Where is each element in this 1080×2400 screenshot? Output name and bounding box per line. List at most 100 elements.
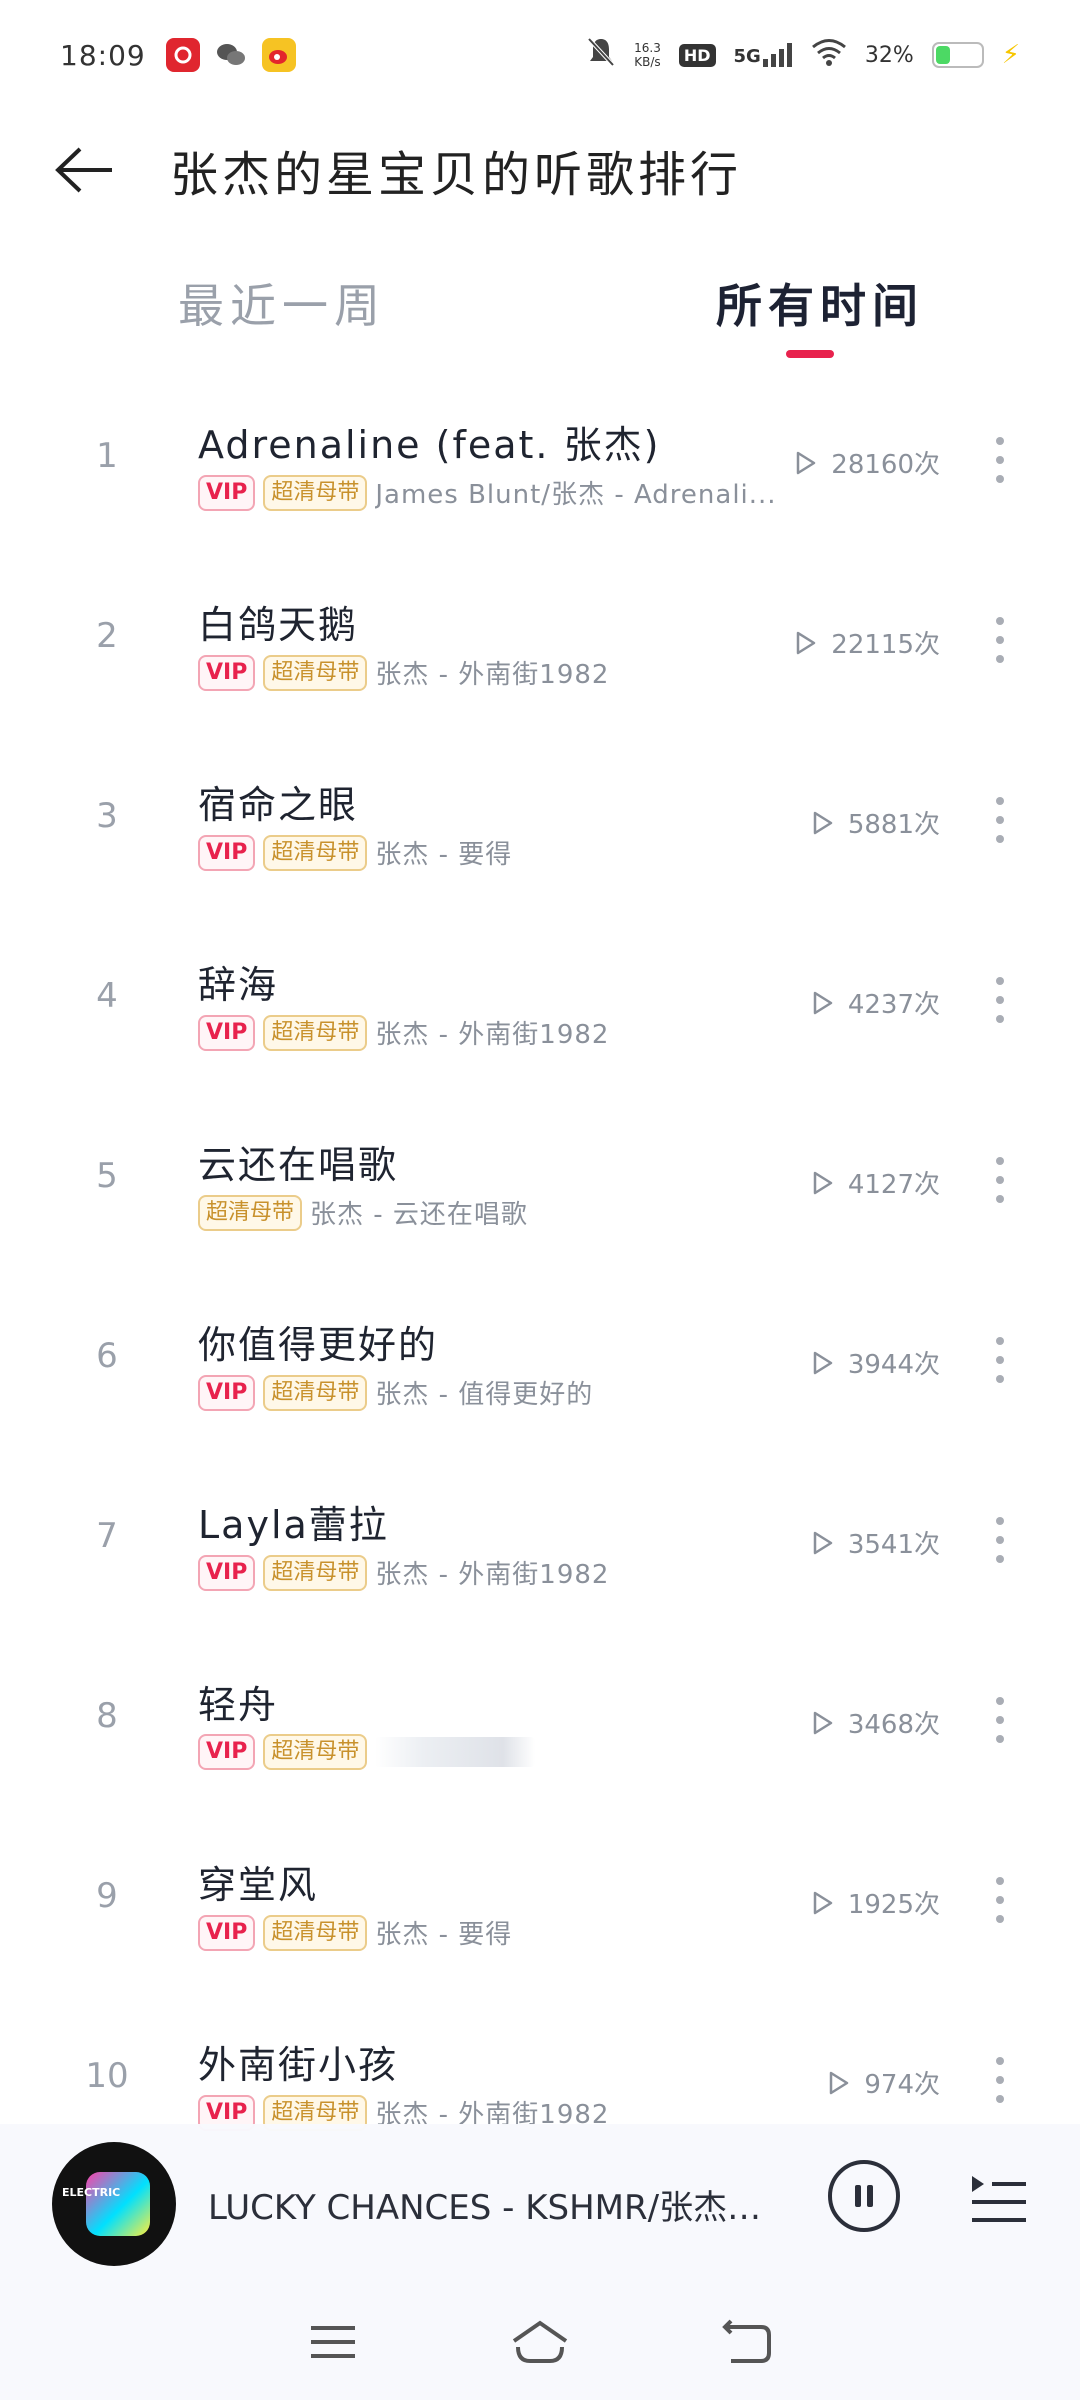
more-options-button[interactable] — [980, 1872, 1020, 1928]
song-meta: VIP 超清母带 张杰 - 要得 — [198, 834, 512, 871]
wifi-icon — [811, 38, 847, 72]
signal-icon: 5G — [734, 43, 793, 67]
play-count: 28160次 — [795, 444, 940, 481]
song-rank: 4 — [96, 976, 118, 1016]
screen: 18:09 16.3 KB/s HD 5G 32% ⚡ 张杰的星宝贝的听歌排行 … — [0, 0, 1080, 2400]
menu-icon — [311, 2326, 356, 2358]
dot — [996, 455, 1004, 464]
netease-music-icon — [165, 38, 200, 72]
song-rank: 3 — [96, 796, 118, 836]
playlist-button[interactable] — [968, 2172, 1032, 2228]
dot — [996, 1355, 1004, 1364]
back-button[interactable] — [44, 130, 124, 210]
song-rank: 7 — [96, 1516, 118, 1556]
artist-album: 张杰 - 要得 — [375, 840, 513, 870]
now-playing-title[interactable]: LUCKY CHANCES - KSHMR/张杰/B... — [208, 2180, 768, 2229]
song-title: 轻舟 — [198, 1683, 279, 1727]
song-row[interactable]: 8 轻舟 VIP 超清母带 3468次 — [0, 1630, 1080, 1810]
play-count: 5881次 — [812, 804, 940, 841]
hq-master-badge: 超清母带 — [263, 1374, 368, 1411]
menu-nav-button[interactable] — [298, 2312, 368, 2372]
play-icon — [813, 1711, 833, 1734]
play-count: 22115次 — [795, 624, 940, 661]
battery-fill — [935, 46, 950, 64]
play-count: 3468次 — [812, 1704, 940, 1741]
more-options-button[interactable] — [980, 2052, 1020, 2108]
song-title: Adrenaline (feat. 张杰) — [198, 423, 661, 467]
dot — [996, 635, 1004, 644]
dot — [996, 834, 1004, 843]
dot — [996, 437, 1004, 446]
play-count: 3944次 — [812, 1344, 940, 1381]
network-type: 5G — [733, 46, 761, 67]
net-speed: 16.3 KB/s — [634, 41, 661, 69]
play-icon — [813, 991, 833, 1014]
home-nav-button[interactable] — [505, 2312, 575, 2372]
tab-all-time[interactable]: 所有时间 — [716, 270, 924, 336]
more-options-button[interactable] — [980, 432, 1020, 488]
song-rank: 5 — [96, 1156, 118, 1196]
song-row[interactable]: 9 穿堂风 VIP 超清母带 张杰 - 要得 1925次 — [0, 1810, 1080, 1990]
dot — [996, 815, 1004, 824]
dot — [996, 1157, 1004, 1166]
song-row[interactable]: 7 Layla蕾拉 VIP 超清母带 张杰 - 外南街1982 3541次 — [0, 1450, 1080, 1630]
back-nav-button[interactable] — [712, 2312, 782, 2372]
more-options-button[interactable] — [980, 972, 1020, 1028]
song-row[interactable]: 5 云还在唱歌 超清母带 张杰 - 云还在唱歌 4127次 — [0, 1090, 1080, 1270]
mute-bell-icon — [586, 36, 616, 74]
play-icon — [830, 2071, 849, 2094]
artist-album: 张杰 - 外南街1982 — [375, 1560, 610, 1590]
cover-text: ELECTRIC — [62, 2186, 121, 2199]
battery-icon — [931, 42, 984, 68]
artist-album: James Blunt/张杰 - Adrenali... — [375, 480, 777, 510]
play-count-value: 3468次 — [847, 1710, 940, 1740]
song-meta: VIP 超清母带 张杰 - 外南街1982 — [198, 1014, 609, 1051]
weibo-icon — [261, 38, 296, 72]
more-options-button[interactable] — [980, 1152, 1020, 1208]
song-row[interactable]: 2 白鸽天鹅 VIP 超清母带 张杰 - 外南街1982 22115次 — [0, 550, 1080, 730]
album-cover[interactable]: ELECTRIC — [52, 2142, 176, 2266]
hq-master-badge: 超清母带 — [263, 1554, 368, 1591]
dot — [996, 995, 1004, 1004]
pause-icon — [855, 2185, 873, 2207]
dot — [996, 1374, 1004, 1383]
song-title: 白鸽天鹅 — [198, 603, 359, 647]
song-row[interactable]: 4 辞海 VIP 超清母带 张杰 - 外南街1982 4237次 — [0, 910, 1080, 1090]
album-art — [86, 2172, 150, 2236]
dot — [996, 474, 1004, 483]
vip-badge: VIP — [198, 1914, 256, 1951]
dot — [996, 2075, 1004, 2084]
hq-master-badge: 超清母带 — [263, 1014, 368, 1051]
more-options-button[interactable] — [980, 1692, 1020, 1748]
dot — [996, 1337, 1004, 1346]
play-icon — [813, 1891, 833, 1914]
active-tab-indicator — [786, 350, 834, 358]
more-options-button[interactable] — [980, 792, 1020, 848]
vip-badge: VIP — [198, 1014, 256, 1051]
net-speed-unit: KB/s — [634, 55, 661, 69]
song-row[interactable]: 1 Adrenaline (feat. 张杰) VIP 超清母带 James Blunt… — [0, 370, 1080, 550]
charging-bolt-icon: ⚡ — [1001, 40, 1020, 70]
tab-recent-week[interactable]: 最近一周 — [178, 270, 386, 336]
pause-button[interactable] — [828, 2160, 900, 2232]
mini-player[interactable]: ELECTRIC LUCKY CHANCES - KSHMR/张杰/B... — [0, 2124, 1080, 2284]
song-row[interactable]: 6 你值得更好的 VIP 超清母带 张杰 - 值得更好的 3944次 — [0, 1270, 1080, 1450]
artist-album: 张杰 - 外南街1982 — [375, 1020, 610, 1050]
play-count-value: 22115次 — [831, 630, 940, 660]
clock: 18:09 — [60, 38, 146, 72]
hq-master-badge: 超清母带 — [263, 1914, 368, 1951]
hq-master-badge: 超清母带 — [198, 1194, 303, 1231]
more-options-button[interactable] — [980, 612, 1020, 668]
play-count-value: 5881次 — [847, 810, 940, 840]
vip-badge: VIP — [198, 1554, 256, 1591]
play-icon — [797, 631, 816, 654]
song-meta: 超清母带 张杰 - 云还在唱歌 — [198, 1194, 528, 1231]
more-options-button[interactable] — [980, 1512, 1020, 1568]
song-row[interactable]: 3 宿命之眼 VIP 超清母带 张杰 - 要得 5881次 — [0, 730, 1080, 910]
song-rank: 10 — [85, 2056, 129, 2096]
play-icon — [797, 451, 816, 474]
song-rank: 8 — [96, 1696, 118, 1736]
more-options-button[interactable] — [980, 1332, 1020, 1388]
dot — [996, 617, 1004, 626]
song-title: 穿堂风 — [198, 1863, 319, 1907]
